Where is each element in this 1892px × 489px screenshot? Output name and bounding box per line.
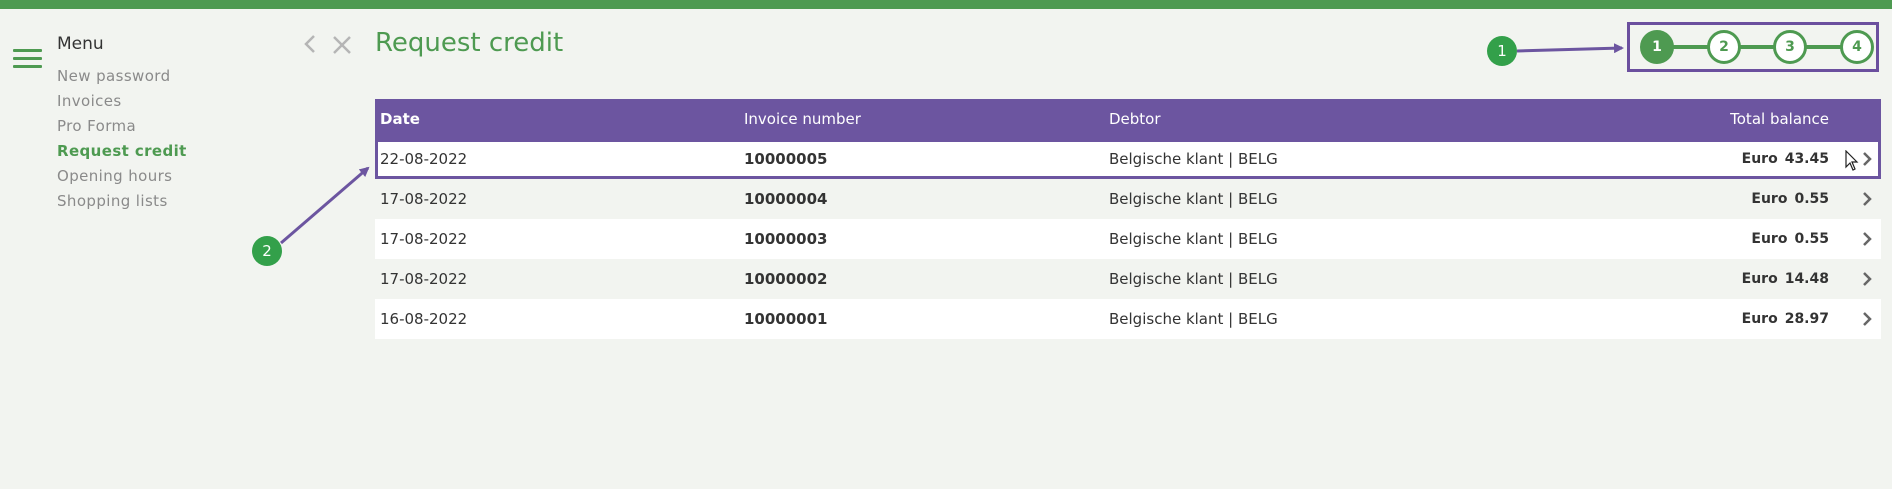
top-bar <box>0 0 1892 9</box>
cell-date: 17-08-2022 <box>380 270 468 288</box>
chevron-left-icon[interactable] <box>302 33 318 55</box>
mouse-cursor-icon <box>1845 149 1859 172</box>
header-invoice-number[interactable]: Invoice number <box>744 110 861 128</box>
cell-debtor: Belgische klant | BELG <box>1109 150 1278 168</box>
header-debtor[interactable]: Debtor <box>1109 110 1161 128</box>
table-row[interactable]: 17-08-2022 10000002 Belgische klant | BE… <box>375 259 1881 299</box>
currency: Euro <box>1751 191 1788 207</box>
cell-invoice-number: 10000003 <box>744 230 828 248</box>
cell-date: 17-08-2022 <box>380 190 468 208</box>
cell-date: 16-08-2022 <box>380 310 468 328</box>
table-row[interactable]: 22-08-2022 10000005 Belgische klant | BE… <box>375 139 1881 179</box>
cell-invoice-number: 10000005 <box>744 150 828 168</box>
amount: 14.48 <box>1784 271 1829 287</box>
stepper-line <box>1658 45 1854 49</box>
annotation-badge-2: 2 <box>252 236 282 266</box>
header-date[interactable]: Date <box>380 110 420 128</box>
invoice-table: Date Invoice number Debtor Total balance… <box>375 99 1881 339</box>
table-row[interactable]: 17-08-2022 10000003 Belgische klant | BE… <box>375 219 1881 259</box>
cell-total-balance: Euro 0.55 <box>1751 191 1829 207</box>
menu-title: Menu <box>57 34 104 54</box>
cell-total-balance: Euro 43.45 <box>1742 151 1829 167</box>
header-total-balance[interactable]: Total balance <box>1730 110 1829 128</box>
chevron-right-icon[interactable] <box>1861 271 1873 287</box>
cell-total-balance: Euro 14.48 <box>1742 271 1829 287</box>
annotation-badge-1: 1 <box>1487 36 1517 66</box>
amount: 43.45 <box>1784 151 1829 167</box>
cell-total-balance: Euro 28.97 <box>1742 311 1829 327</box>
progress-stepper: 1 2 3 4 <box>1627 22 1879 72</box>
step-4[interactable]: 4 <box>1840 30 1874 64</box>
table-header: Date Invoice number Debtor Total balance <box>375 99 1881 139</box>
currency: Euro <box>1741 311 1778 327</box>
step-2[interactable]: 2 <box>1707 30 1741 64</box>
sidebar-item-pro-forma[interactable]: Pro Forma <box>57 116 187 141</box>
cell-debtor: Belgische klant | BELG <box>1109 310 1278 328</box>
sidebar-item-invoices[interactable]: Invoices <box>57 91 187 116</box>
cell-debtor: Belgische klant | BELG <box>1109 190 1278 208</box>
page-title: Request credit <box>375 28 564 58</box>
sidebar-menu: New password Invoices Pro Forma Request … <box>57 66 187 216</box>
sidebar-item-new-password[interactable]: New password <box>57 66 187 91</box>
step-1[interactable]: 1 <box>1640 30 1674 64</box>
cell-date: 17-08-2022 <box>380 230 468 248</box>
cell-date: 22-08-2022 <box>380 150 468 168</box>
chevron-right-icon[interactable] <box>1861 151 1873 167</box>
cell-debtor: Belgische klant | BELG <box>1109 270 1278 288</box>
hamburger-menu-icon[interactable] <box>13 49 42 69</box>
close-icon[interactable] <box>331 34 353 56</box>
sidebar-item-opening-hours[interactable]: Opening hours <box>57 166 187 191</box>
table-row[interactable]: 16-08-2022 10000001 Belgische klant | BE… <box>375 299 1881 339</box>
cell-invoice-number: 10000001 <box>744 310 828 328</box>
currency: Euro <box>1751 231 1788 247</box>
amount: 0.55 <box>1794 231 1829 247</box>
sidebar-item-shopping-lists[interactable]: Shopping lists <box>57 191 187 216</box>
cell-invoice-number: 10000004 <box>744 190 828 208</box>
amount: 28.97 <box>1784 311 1829 327</box>
chevron-right-icon[interactable] <box>1861 231 1873 247</box>
cell-invoice-number: 10000002 <box>744 270 828 288</box>
amount: 0.55 <box>1794 191 1829 207</box>
table-row[interactable]: 17-08-2022 10000004 Belgische klant | BE… <box>375 179 1881 219</box>
currency: Euro <box>1741 151 1778 167</box>
currency: Euro <box>1741 271 1778 287</box>
chevron-right-icon[interactable] <box>1861 311 1873 327</box>
step-3[interactable]: 3 <box>1773 30 1807 64</box>
cell-debtor: Belgische klant | BELG <box>1109 230 1278 248</box>
sidebar-item-request-credit[interactable]: Request credit <box>57 141 187 166</box>
cell-total-balance: Euro 0.55 <box>1751 231 1829 247</box>
chevron-right-icon[interactable] <box>1861 191 1873 207</box>
